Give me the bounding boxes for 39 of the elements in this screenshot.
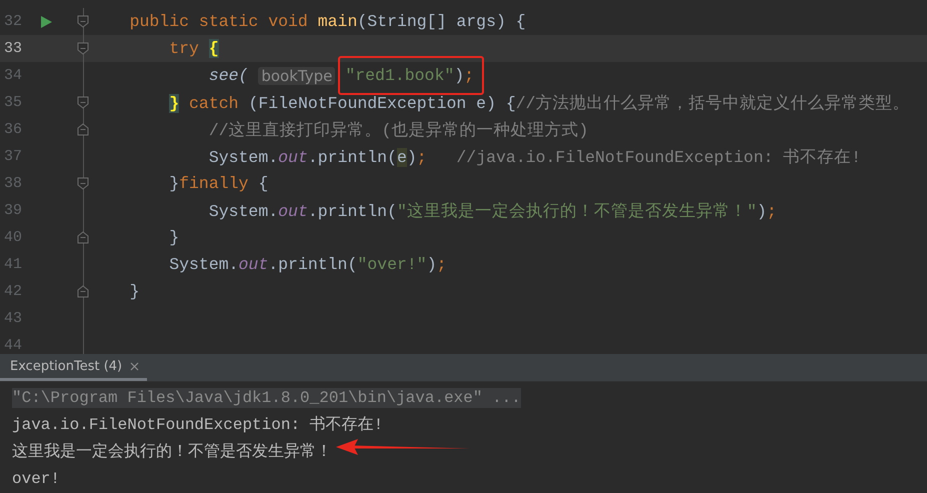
fold-icon[interactable] <box>77 96 89 109</box>
line-number: 43 <box>3 310 24 327</box>
line-number: 35 <box>3 94 24 111</box>
parameter-hint: bookType <box>258 66 336 84</box>
line-number: 34 <box>3 67 24 84</box>
code-text: }finally { <box>168 174 268 193</box>
line-number: 41 <box>3 256 24 273</box>
code-text: } catch (FileNotFoundException e) {//方法抛出什么异常，括号中就定义什么异常类型。 <box>90 92 910 114</box>
code-text: System.out.println("这里我是一定会执行的！不管是否发生异常！"); <box>208 200 777 222</box>
line-number: 44 <box>3 337 24 354</box>
line-number: 42 <box>3 283 24 300</box>
line-number: 40 <box>3 229 24 246</box>
code-text: try { <box>168 39 219 58</box>
console-tab[interactable]: ExceptionTest (4) <box>0 354 148 381</box>
line-number: 36 <box>3 121 24 138</box>
fold-icon[interactable] <box>77 177 89 190</box>
fold-icon[interactable] <box>77 285 89 298</box>
console-output: java.io.FileNotFoundException: 书不存在! <box>12 414 384 435</box>
fold-icon[interactable] <box>77 123 89 136</box>
fold-icon[interactable] <box>77 15 89 28</box>
run-icon[interactable] <box>41 16 52 28</box>
code-text: } <box>168 228 180 247</box>
line-number: 39 <box>3 202 24 219</box>
fold-icon[interactable] <box>77 231 89 244</box>
fold-icon[interactable] <box>77 42 89 55</box>
close-icon[interactable] <box>130 362 140 370</box>
line-number: 32 <box>3 13 24 30</box>
line-number: 33 <box>3 40 24 57</box>
line-number: 38 <box>3 175 24 192</box>
code-text: } <box>128 282 140 301</box>
code-text: "red1.book"); <box>345 66 474 85</box>
code-text: public static void main(String[] args) { <box>128 12 526 31</box>
code-text: System.out.println(e); //java.io.FileNotFoundException: 书不存在! <box>208 146 862 168</box>
code-text: see( <box>208 66 250 85</box>
line-number: 37 <box>3 148 24 165</box>
code-text: System.out.println("over!"); <box>168 255 446 274</box>
console-output: 这里我是一定会执行的！不管是否发生异常！ <box>12 442 332 462</box>
console-output: over! <box>12 470 60 488</box>
code-text: //这里直接打印异常。(也是异常的一种处理方式) <box>208 120 588 140</box>
